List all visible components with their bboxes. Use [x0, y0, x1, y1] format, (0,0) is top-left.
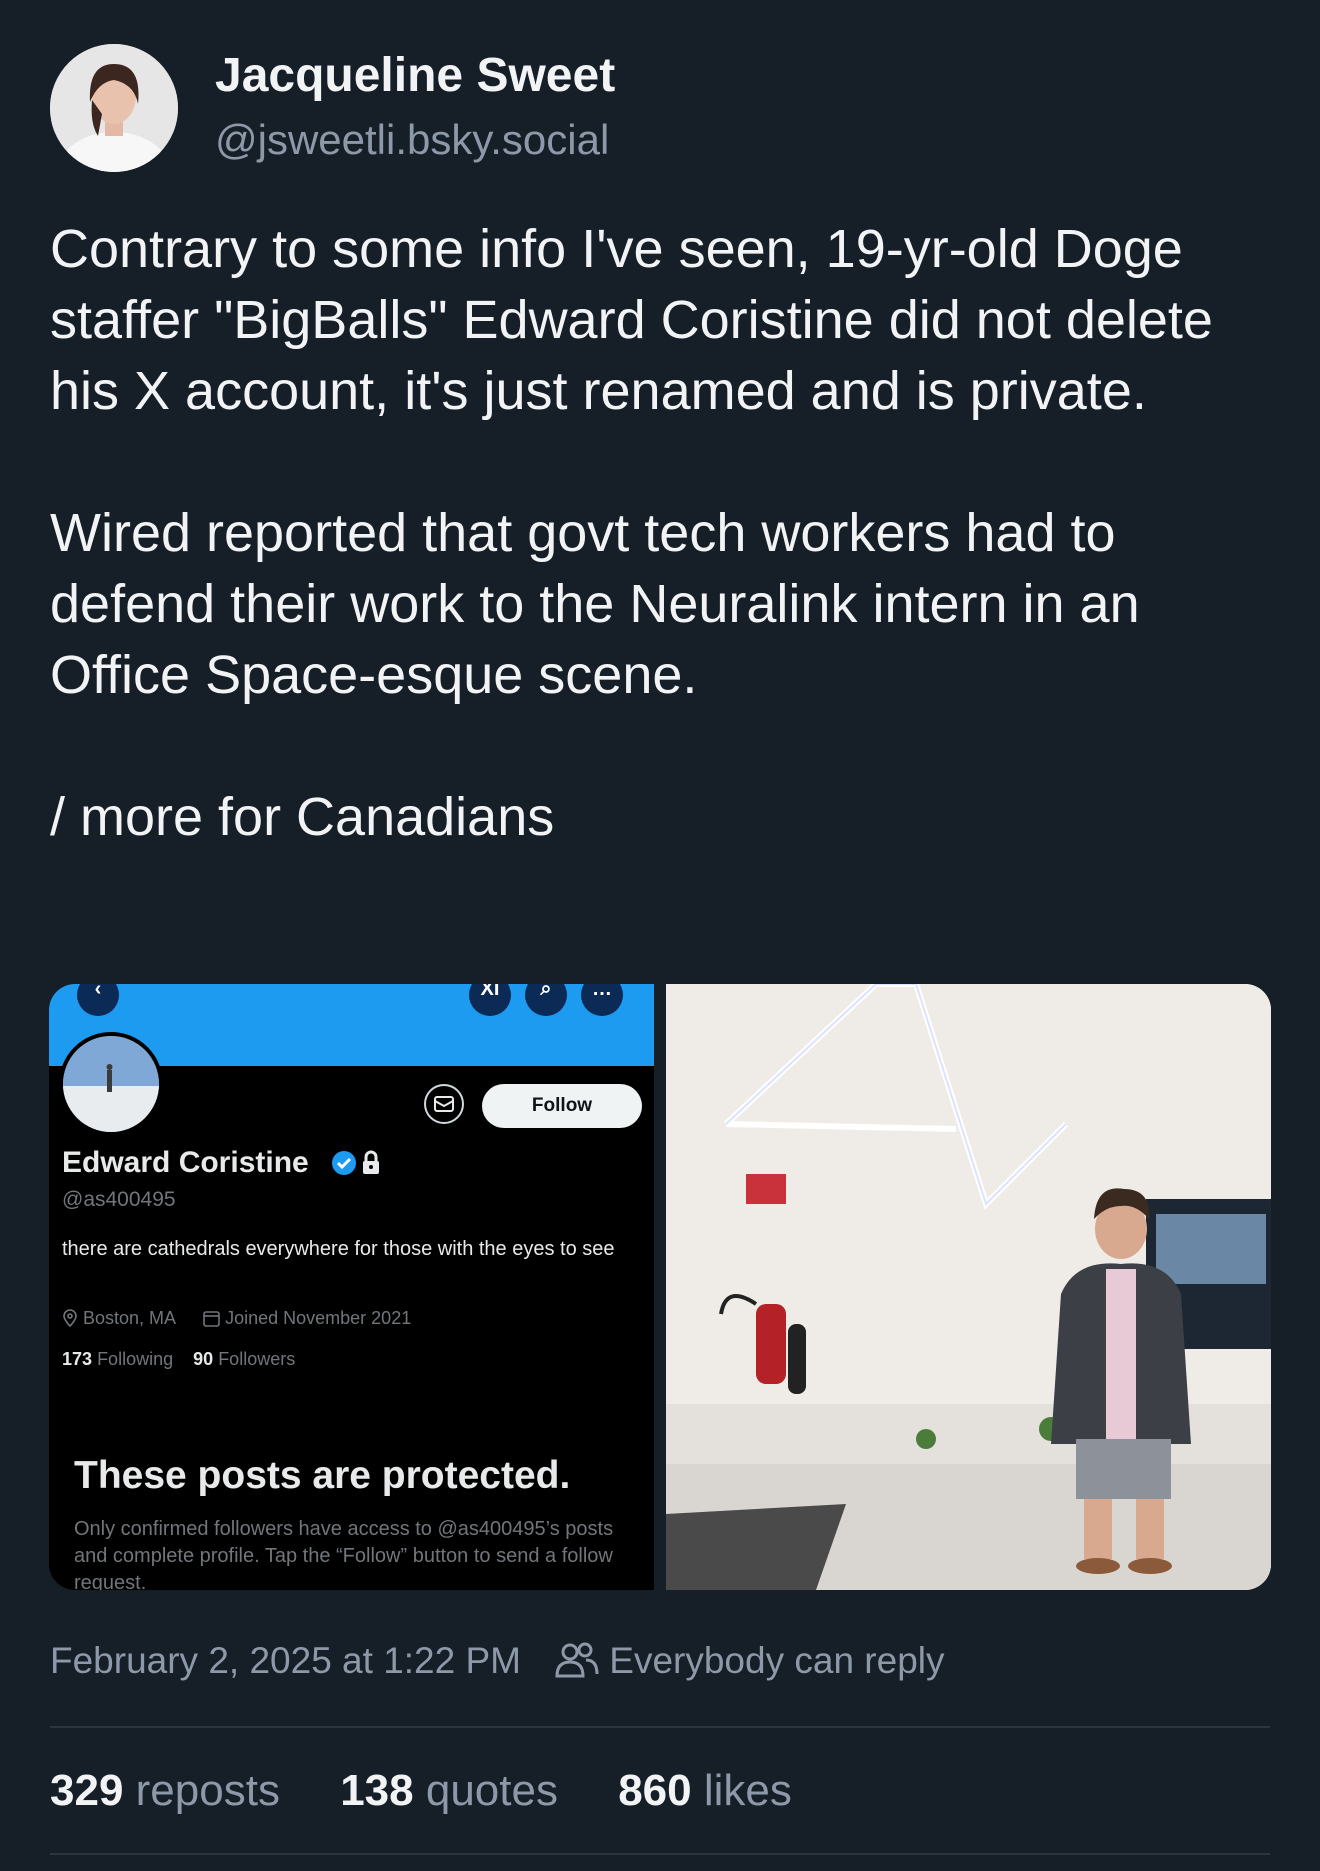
protected-body: Only confirmed followers have access to … [74, 1518, 614, 1590]
post-timestamp[interactable]: February 2, 2025 at 1:22 PM [50, 1640, 521, 1681]
quotes-label: quotes [425, 1766, 558, 1815]
message-icon [424, 1084, 464, 1124]
profile-handle: @as400495 [62, 1188, 176, 1211]
follow-button: Follow [482, 1084, 642, 1128]
post-body: Contrary to some info I've seen, 19-yr-o… [50, 214, 1280, 853]
profile-joined: Joined November 2021 [225, 1308, 412, 1328]
reposts-count: 329 [50, 1766, 124, 1815]
post-paragraph: Contrary to some info I've seen, 19-yr-o… [50, 219, 1213, 421]
author-handle[interactable]: @jsweetli.bsky.social [215, 116, 609, 164]
post-paragraph: Wired reported that govt tech workers ha… [50, 503, 1140, 705]
quotes-count: 138 [340, 1766, 414, 1815]
embedded-image-photo[interactable] [666, 984, 1271, 1590]
embedded-image-profile-screenshot[interactable]: ‹ XI ⌕ … Follow Edward Coristine @as4004… [49, 984, 654, 1590]
divider [50, 1853, 1270, 1855]
reposts-label: reposts [135, 1766, 280, 1815]
post-stats: 329 reposts 138 quotes 860 likes [50, 1766, 840, 1816]
lock-icon [363, 1150, 379, 1174]
profile-bio: there are cathedrals everywhere for thos… [62, 1238, 615, 1260]
location-pin-icon [62, 1309, 78, 1332]
profile-stats: 173 Following 90 Followers [62, 1349, 295, 1370]
divider [50, 1726, 1270, 1728]
protected-title: These posts are protected. [74, 1454, 571, 1497]
reposts-stat[interactable]: 329 reposts [50, 1766, 292, 1815]
likes-label: likes [703, 1766, 792, 1815]
post-page: Jacqueline Sweet @jsweetli.bsky.social C… [0, 0, 1320, 1871]
reply-setting-label: Everybody can reply [609, 1640, 945, 1681]
profile-avatar [59, 1032, 163, 1136]
following-label: Following [97, 1349, 174, 1369]
verified-icon [332, 1151, 356, 1175]
quotes-stat[interactable]: 138 quotes [340, 1766, 570, 1815]
profile-name: Edward Coristine [62, 1146, 309, 1179]
profile-location: Boston, MA [83, 1308, 176, 1328]
author-avatar[interactable] [50, 44, 178, 172]
followers-label: Followers [218, 1349, 296, 1369]
people-icon [555, 1642, 599, 1678]
post-header: Jacqueline Sweet @jsweetli.bsky.social [50, 44, 1250, 174]
post-meta: February 2, 2025 at 1:22 PM Everybody ca… [50, 1640, 945, 1682]
profile-meta: Boston, MA Joined November 2021 [62, 1308, 411, 1332]
calendar-icon [203, 1310, 220, 1332]
author-name[interactable]: Jacqueline Sweet [215, 48, 615, 103]
likes-stat[interactable]: 860 likes [618, 1766, 792, 1815]
office-photo [666, 984, 1271, 1590]
reply-setting[interactable]: Everybody can reply [555, 1640, 945, 1682]
likes-count: 860 [618, 1766, 692, 1815]
following-count: 173 [62, 1349, 93, 1369]
post-paragraph: / more for Canadians [50, 787, 555, 847]
followers-count: 90 [193, 1349, 214, 1369]
